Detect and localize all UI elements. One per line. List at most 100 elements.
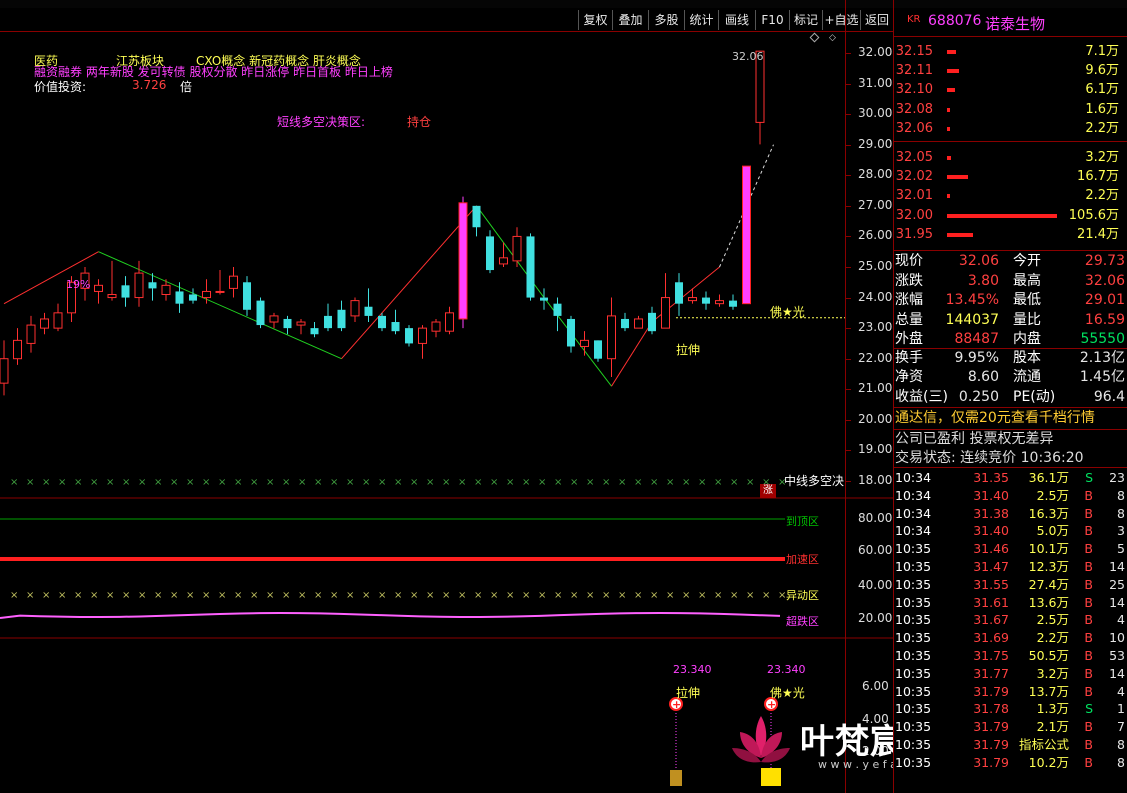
tick-time: 10:35 <box>895 683 932 699</box>
tick-direction: S <box>1085 470 1093 485</box>
volume-bar <box>947 107 951 112</box>
stat-value: 0.250 <box>958 388 999 405</box>
candle-body <box>283 318 292 329</box>
candle-body <box>337 309 346 329</box>
signal-mark: × <box>570 477 578 488</box>
tick-row: 10:34 31.35 36.1万 S 23 <box>895 469 1127 487</box>
price-axis: 32.00 31.00 30.00 29.00 28.00 27.00 26.00 25.00… <box>845 0 893 793</box>
tick-time: 10:34 <box>895 487 932 503</box>
candle-body <box>26 324 36 344</box>
signal-mark: × <box>426 477 434 488</box>
trade-status: 交易状态: 连续竞价 10:36:20 <box>895 449 1127 467</box>
bid-price: 32.01 <box>895 188 933 204</box>
bid-volume: 16.7万 <box>1077 169 1119 185</box>
notice-banner[interactable]: 通达信，仅需20元查看千档行情 <box>895 409 1127 427</box>
tick-direction: B <box>1084 487 1093 503</box>
anomaly-mark: × <box>250 590 258 601</box>
signal-mark: × <box>682 477 690 488</box>
candle-body <box>296 321 306 326</box>
bid-price: 32.02 <box>895 169 933 185</box>
bid-row[interactable]: 32.00 105.6万 <box>895 207 1127 225</box>
toolbar-btn-1[interactable]: 叠加 <box>612 10 648 30</box>
toolbar-btn-6[interactable]: 标记 <box>789 10 822 30</box>
signal-mark: × <box>26 477 34 488</box>
candlestick-chart[interactable]: × × × × × × × × × × × × × × × × × × × × × × × × × × × × × × × × × × × × × × × ×… <box>0 0 893 793</box>
anomaly-mark: × <box>346 590 354 601</box>
signal-mark: × <box>314 477 322 488</box>
candle-body <box>418 327 427 344</box>
stat-value: 9.95% <box>954 350 999 366</box>
bid-row[interactable]: 32.02 16.7万 <box>895 168 1127 186</box>
candle-body <box>0 358 9 384</box>
toolbar-btn-0[interactable]: 复权 <box>578 10 612 30</box>
tick-count: 14 <box>1109 594 1125 610</box>
signal-mark: × <box>186 477 194 488</box>
candle-body <box>486 236 494 271</box>
tick-direction: B <box>1084 559 1093 574</box>
anomaly-mark: × <box>730 590 738 601</box>
signal-mark: × <box>410 477 418 488</box>
anomaly-mark: × <box>282 590 290 601</box>
bid-row[interactable]: 32.01 2.2万 <box>895 187 1127 205</box>
quote-label: 外盘 <box>895 331 923 347</box>
anomaly-mark: × <box>426 590 434 601</box>
candle-body <box>742 165 751 305</box>
tick-time: 10:35 <box>895 541 932 557</box>
signal-mark: × <box>378 477 386 488</box>
bid-row[interactable]: 31.95 21.4万 <box>895 226 1127 244</box>
ask-price: 32.11 <box>895 63 933 79</box>
tick-price: 31.78 <box>973 701 1009 717</box>
candle-body <box>53 312 63 329</box>
value-label: 价值投资: <box>34 80 87 94</box>
indicator-axis-tick: 60.00 <box>858 543 893 557</box>
signal-mark: × <box>394 477 402 488</box>
tick-count: 14 <box>1109 559 1125 574</box>
candle-body <box>243 282 251 310</box>
signal-mark: × <box>506 477 514 488</box>
tick-volume: 指标公式 <box>1019 737 1070 752</box>
bid-row[interactable]: 32.05 3.2万 <box>895 149 1127 167</box>
toolbar-btn-5[interactable]: F10 <box>755 10 789 30</box>
caret-icon[interactable]: ◇ <box>829 33 836 43</box>
signal-mark: × <box>106 477 114 488</box>
axis-tick: 19.00 <box>858 442 893 457</box>
anomaly-mark: × <box>602 590 610 601</box>
anomaly-mark: × <box>122 590 130 601</box>
tick-row: 10:35 31.79 10.2万 B 8 <box>895 754 1127 772</box>
lower-val-1: 23.340 <box>673 663 712 676</box>
stat-row: 换手 9.95% 股本 2.13亿 <box>895 349 1127 367</box>
tick-price: 31.69 <box>973 630 1009 646</box>
ask-price: 32.10 <box>895 82 933 98</box>
zone-top-label: 到顶区 <box>786 515 819 528</box>
ask-row[interactable]: 32.11 9.6万 <box>895 62 1127 80</box>
volume-bar <box>947 156 952 160</box>
candle-body <box>256 300 265 326</box>
oversold-line <box>0 611 781 619</box>
zone-anomaly-label: 异动区 <box>786 589 819 602</box>
toolbar-btn-3[interactable]: 统计 <box>684 10 718 30</box>
candle-body <box>634 318 643 329</box>
toolbar-btn-2[interactable]: 多股 <box>648 10 684 30</box>
anomaly-mark: × <box>218 590 226 601</box>
quote-label: 总量 <box>895 311 923 328</box>
ask-price: 32.06 <box>895 120 933 136</box>
anomaly-mark: × <box>410 590 418 601</box>
candle-body <box>13 339 22 360</box>
tick-row: 10:35 31.55 27.4万 B 25 <box>895 576 1127 594</box>
ask-row[interactable]: 32.10 6.1万 <box>895 81 1127 99</box>
ask-row[interactable]: 32.15 7.1万 <box>895 43 1127 61</box>
candle-body <box>94 284 103 292</box>
quote-value: 88487 <box>954 331 999 347</box>
candle-body <box>567 318 575 347</box>
candle-body <box>310 328 319 335</box>
ask-row[interactable]: 32.06 2.2万 <box>895 120 1127 138</box>
tick-price: 31.75 <box>973 648 1009 663</box>
candle-body <box>364 306 373 316</box>
toolbar-btn-4[interactable]: 画线 <box>718 10 755 30</box>
signal-mark: × <box>202 477 210 488</box>
anomaly-mark: × <box>234 590 242 601</box>
signal-mark: × <box>586 477 594 488</box>
bid-volume: 21.4万 <box>1077 226 1119 242</box>
ask-row[interactable]: 32.08 1.6万 <box>895 101 1127 119</box>
tick-count: 14 <box>1109 665 1125 681</box>
